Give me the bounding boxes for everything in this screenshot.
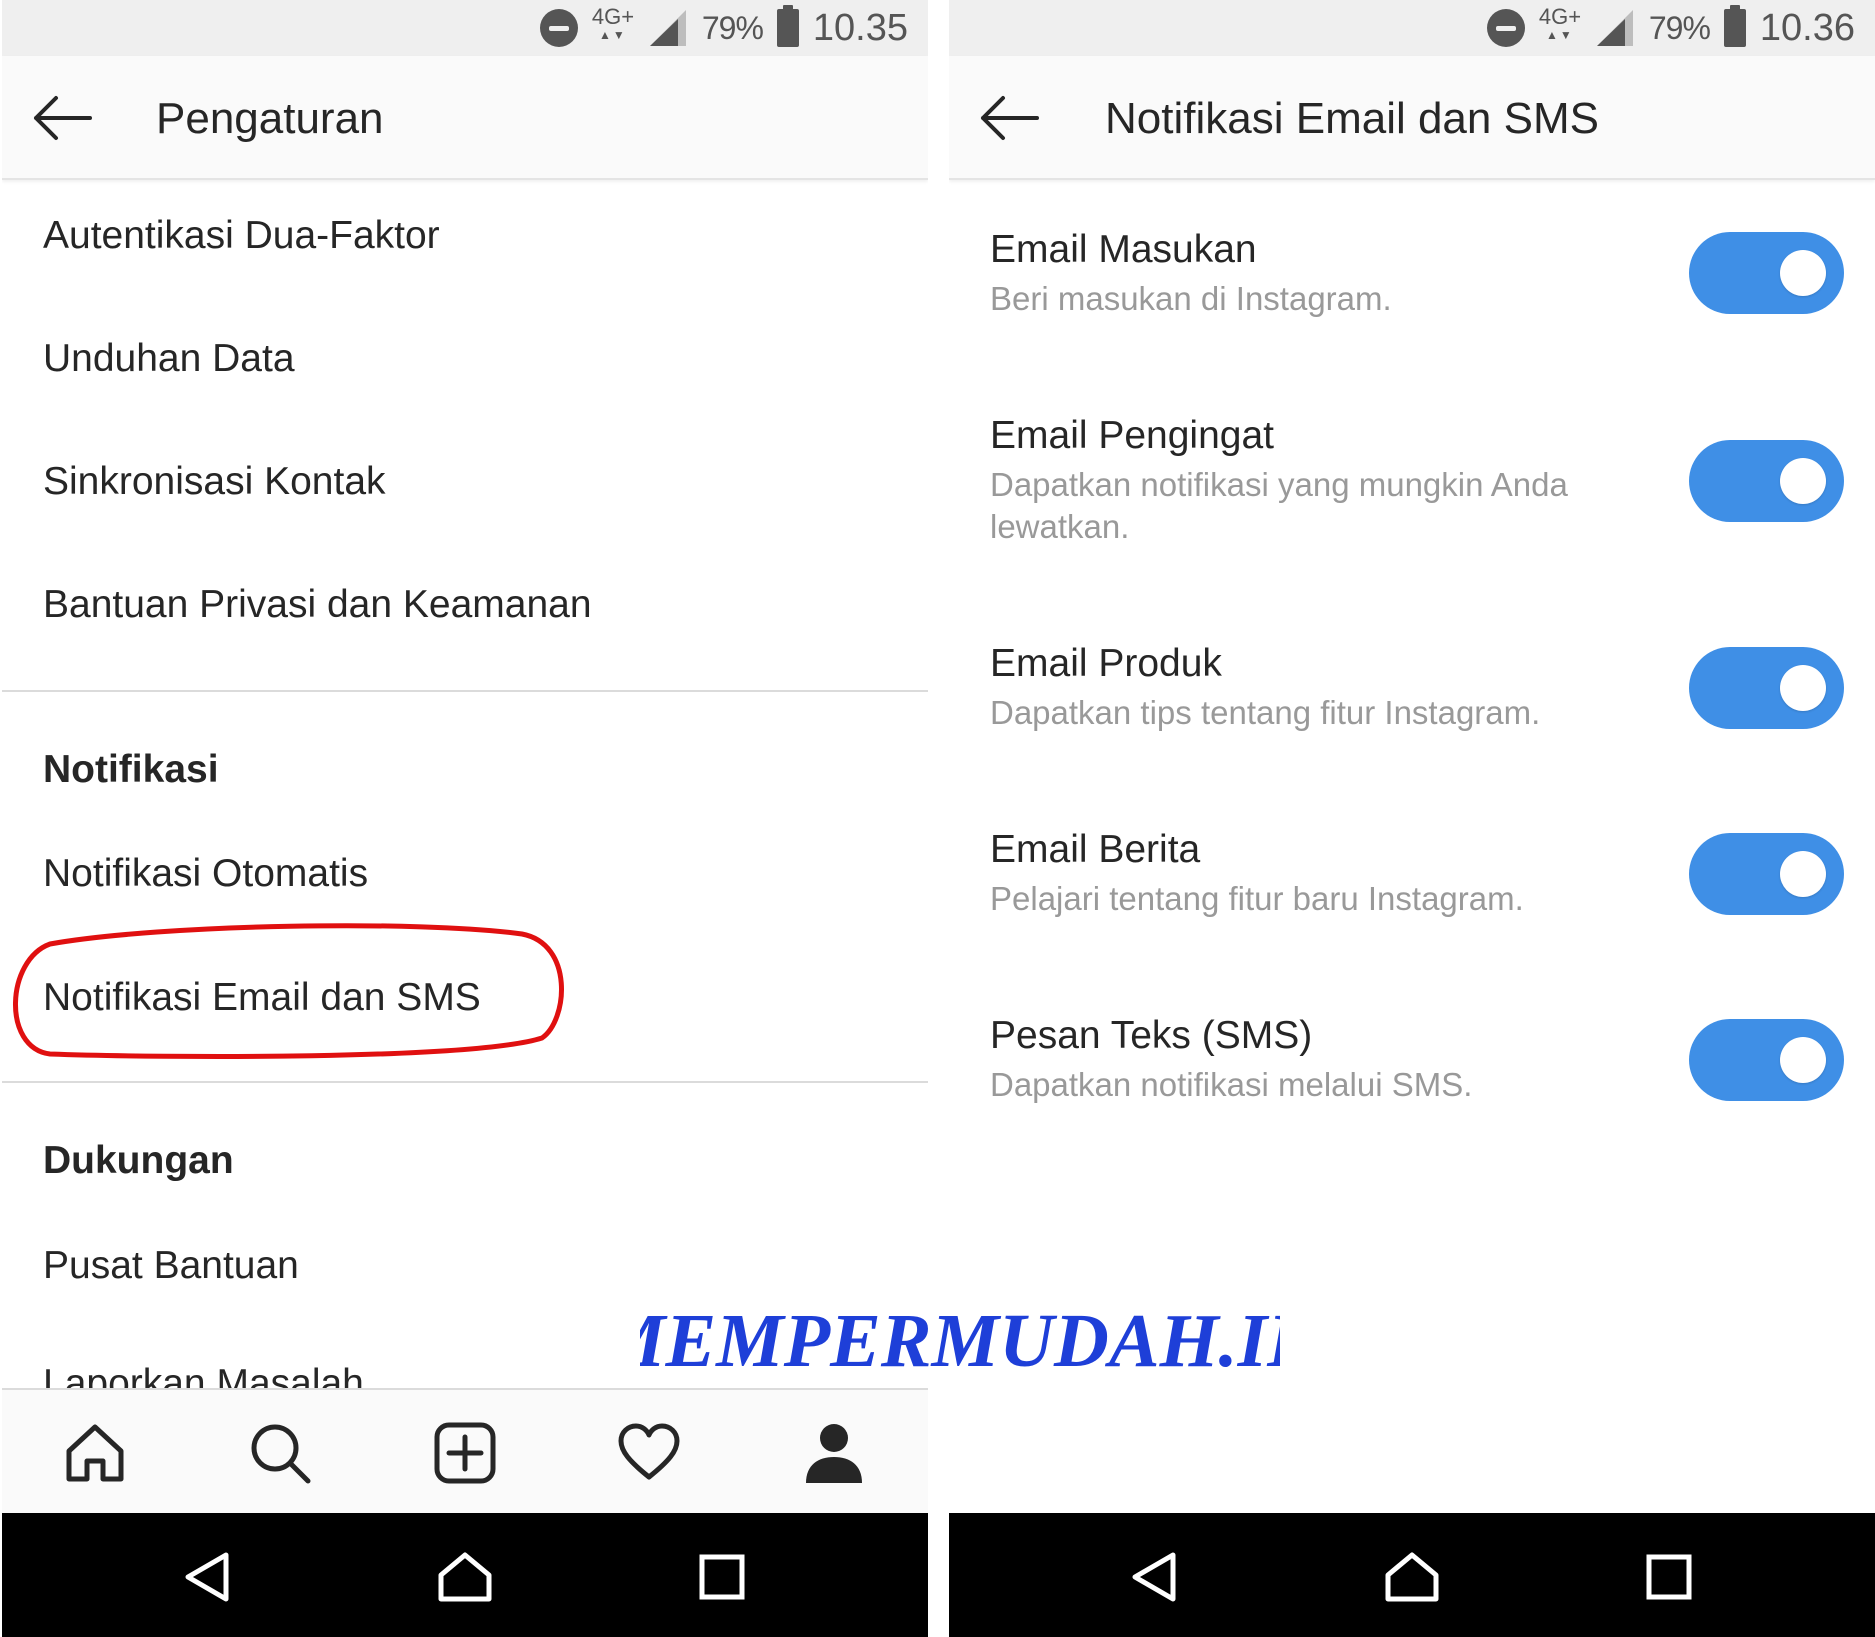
section-heading-notifications: Notifikasi — [43, 748, 219, 791]
battery-icon — [776, 5, 799, 47]
toggle-switch-sms[interactable] — [1689, 1019, 1844, 1101]
nav-home-icon — [1385, 1552, 1439, 1602]
app-header: Notifikasi Email dan SMS — [949, 56, 1875, 180]
new-post-tab[interactable] — [430, 1418, 500, 1488]
profile-tab[interactable] — [799, 1418, 869, 1488]
settings-item-privacy-help[interactable]: Bantuan Privasi dan Keamanan — [43, 583, 592, 627]
toggle-switch-news-email[interactable] — [1689, 833, 1844, 915]
settings-item-data-download[interactable]: Unduhan Data — [43, 337, 295, 381]
nav-recents-button[interactable] — [692, 1547, 752, 1607]
section-heading-support: Dukungan — [43, 1139, 234, 1182]
screen-separator — [928, 0, 949, 1637]
network-type-icon: 4G+ ▲▼ — [591, 4, 635, 43]
settings-screen: 4G+ ▲▼ 79% 10.35 Pengaturan Autentikasi … — [2, 0, 928, 1637]
home-tab[interactable] — [60, 1418, 130, 1488]
page-title: Pengaturan — [156, 94, 384, 143]
nav-home-button[interactable] — [1382, 1547, 1442, 1607]
home-icon — [66, 1424, 124, 1482]
network-type-label: 4G+ — [1538, 4, 1582, 29]
status-time: 10.35 — [812, 6, 908, 49]
toggle-knob — [1780, 851, 1826, 897]
email-sms-notifications-screen: 4G+ ▲▼ 79% 10.36 Notifikasi Email dan SM… — [949, 0, 1875, 1637]
back-arrow-icon[interactable] — [977, 92, 1041, 144]
watermark: MEMPERMUDAH.ID — [640, 1297, 1280, 1385]
toggle-subtitle: Beri masukan di Instagram. — [990, 280, 1392, 317]
toggle-knob — [1780, 1037, 1826, 1083]
android-nav-bar — [949, 1513, 1875, 1637]
nav-back-icon — [185, 1552, 229, 1602]
nav-recents-button[interactable] — [1639, 1547, 1699, 1607]
toggle-subtitle: Pelajari tentang fitur baru Instagram. — [990, 880, 1524, 917]
battery-percent: 79% — [1648, 9, 1711, 46]
watermark-text: MEMPERMUDAH.ID — [640, 1299, 1280, 1383]
nav-home-icon — [438, 1552, 492, 1602]
heart-icon — [618, 1423, 680, 1480]
section-divider — [2, 690, 928, 692]
nav-back-button[interactable] — [1125, 1547, 1185, 1607]
toggle-switch-feedback-email[interactable] — [1689, 232, 1844, 314]
do-not-disturb-icon — [1486, 9, 1525, 47]
app-header: Pengaturan — [2, 56, 928, 180]
settings-item-two-factor[interactable]: Autentikasi Dua-Faktor — [43, 214, 440, 258]
status-bar: 4G+ ▲▼ 79% 10.36 — [949, 0, 1875, 56]
network-type-label: 4G+ — [591, 4, 635, 29]
bottom-tab-bar — [2, 1388, 928, 1513]
signal-icon — [1596, 10, 1633, 46]
status-time: 10.36 — [1759, 6, 1855, 49]
toggle-knob — [1780, 250, 1826, 296]
search-icon — [251, 1424, 311, 1484]
nav-recents-icon — [699, 1554, 745, 1600]
profile-icon — [806, 1424, 862, 1483]
network-type-icon: 4G+ ▲▼ — [1538, 4, 1582, 43]
status-bar: 4G+ ▲▼ 79% 10.35 — [2, 0, 928, 56]
battery-icon — [1723, 5, 1746, 47]
settings-item-push-notifications[interactable]: Notifikasi Otomatis — [43, 852, 368, 896]
toggle-subtitle: Dapatkan tips tentang fitur Instagram. — [990, 694, 1541, 731]
battery-percent: 79% — [701, 9, 764, 46]
activity-tab[interactable] — [614, 1418, 684, 1488]
nav-recents-icon — [1646, 1554, 1692, 1600]
section-divider — [2, 1081, 928, 1083]
page-title: Notifikasi Email dan SMS — [1105, 94, 1599, 143]
toggle-switch-reminder-email[interactable] — [1689, 440, 1844, 522]
toggle-subtitle: Dapatkan notifikasi yang mungkin Anda le… — [990, 466, 1568, 545]
do-not-disturb-icon — [539, 9, 578, 47]
settings-item-help-center[interactable]: Pusat Bantuan — [43, 1244, 299, 1288]
signal-icon — [649, 10, 686, 46]
android-nav-bar — [2, 1513, 928, 1637]
add-post-icon — [434, 1422, 496, 1484]
search-tab[interactable] — [245, 1418, 315, 1488]
nav-home-button[interactable] — [435, 1547, 495, 1607]
toggle-switch-product-email[interactable] — [1689, 647, 1844, 729]
back-arrow-icon[interactable] — [30, 92, 94, 144]
nav-back-icon — [1132, 1552, 1176, 1602]
toggle-knob — [1780, 458, 1826, 504]
nav-back-button[interactable] — [178, 1547, 238, 1607]
settings-item-email-sms-notifications[interactable]: Notifikasi Email dan SMS — [43, 976, 481, 1020]
settings-item-contact-sync[interactable]: Sinkronisasi Kontak — [43, 460, 386, 504]
toggle-knob — [1780, 665, 1826, 711]
toggle-subtitle: Dapatkan notifikasi melalui SMS. — [990, 1066, 1473, 1103]
